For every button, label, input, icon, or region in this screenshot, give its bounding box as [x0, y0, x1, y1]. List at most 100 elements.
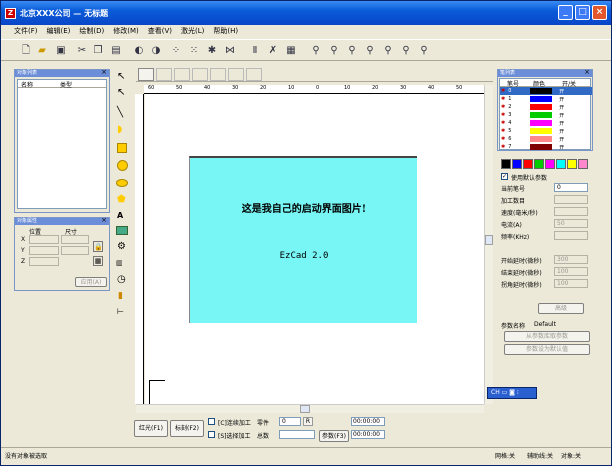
pen-row[interactable]: ✱ 6 开	[500, 135, 592, 143]
corner-delay-field[interactable]: 100	[554, 279, 588, 288]
object-list[interactable]: 名称 类型	[17, 79, 107, 209]
curve-icon[interactable]: ◗	[117, 124, 122, 135]
close-icon[interactable]: ×	[101, 69, 107, 76]
col-name[interactable]: 名称	[21, 80, 33, 89]
x-size-field[interactable]	[61, 235, 89, 244]
palette-swatch[interactable]	[545, 159, 555, 169]
property-button[interactable]	[228, 68, 244, 81]
horizontal-scrollbar[interactable]	[136, 404, 484, 413]
property-button[interactable]	[246, 68, 262, 81]
zoom-out-icon[interactable]: ⚲	[345, 44, 359, 58]
zoom-icon[interactable]: ⚲	[309, 44, 323, 58]
copy-icon[interactable]: ❐	[91, 44, 105, 58]
count-field[interactable]	[554, 195, 588, 204]
snap-status[interactable]: 对象:关	[561, 451, 581, 460]
new-file-icon[interactable]: 🗋	[19, 44, 33, 58]
node-edit-icon[interactable]: ⁘	[169, 44, 183, 58]
palette-swatch[interactable]	[523, 159, 533, 169]
palette-swatch[interactable]	[501, 159, 511, 169]
palette-swatch[interactable]	[567, 159, 577, 169]
ime-bar[interactable]: CH ▭ ◙ ⁝	[487, 387, 537, 399]
save-icon[interactable]: ▣	[54, 44, 68, 58]
from-db-button[interactable]: 从参数库取参数	[504, 331, 590, 342]
menu-laser[interactable]: 激光(L)	[181, 26, 204, 37]
param-button[interactable]: 参数(F3)	[319, 430, 349, 442]
rectangle-icon[interactable]	[117, 143, 127, 153]
minimize-button[interactable]: _	[558, 5, 573, 20]
use-default-checkbox[interactable]: ✓	[501, 173, 508, 180]
close-icon[interactable]: ×	[584, 69, 590, 76]
palette-swatch[interactable]	[534, 159, 544, 169]
scroll-thumb[interactable]	[300, 405, 310, 413]
pen-row[interactable]: ✱ 1 开	[500, 95, 592, 103]
menu-edit[interactable]: 编辑(E)	[47, 26, 71, 37]
guide-status[interactable]: 辅助线:关	[527, 451, 553, 460]
close-icon[interactable]: ×	[101, 217, 107, 224]
undo-icon[interactable]: ◐	[132, 44, 146, 58]
input-port-icon[interactable]: ▮	[118, 291, 123, 301]
text-icon[interactable]: A	[117, 211, 123, 220]
select-mark-checkbox[interactable]	[208, 431, 215, 438]
node-edit-arrow-icon[interactable]: ↖	[117, 87, 125, 98]
zoom-page-icon[interactable]: ⚲	[399, 44, 413, 58]
pen-row[interactable]: ✱ 4 开	[500, 119, 592, 127]
zoom-in-icon[interactable]: ⚲	[327, 44, 341, 58]
grid-status[interactable]: 网格:关	[495, 451, 515, 460]
freq-field[interactable]	[554, 231, 588, 240]
pen-row[interactable]: ✱ 5 开	[500, 127, 592, 135]
property-button[interactable]	[174, 68, 190, 81]
property-button[interactable]	[192, 68, 208, 81]
menu-view[interactable]: 查看(V)	[148, 26, 172, 37]
speed-field[interactable]	[554, 207, 588, 216]
apply-button[interactable]: 应用(A)	[75, 277, 107, 287]
menu-modify[interactable]: 修改(M)	[113, 26, 139, 37]
line-icon[interactable]: ╲	[117, 107, 123, 118]
zoom-all-icon[interactable]: ⚲	[363, 44, 377, 58]
star-node-icon[interactable]: ✱	[205, 44, 219, 58]
red-light-button[interactable]: 红光(F1)	[134, 420, 168, 437]
scroll-thumb[interactable]	[485, 235, 493, 245]
select-arrow-icon[interactable]: ↖	[117, 71, 125, 82]
property-button[interactable]	[156, 68, 172, 81]
maximize-button[interactable]: □	[575, 5, 590, 20]
cut-icon[interactable]: ✂	[75, 44, 89, 58]
node-select-icon[interactable]: ⁙	[187, 44, 201, 58]
advanced-button[interactable]: 高级	[538, 303, 584, 314]
y-position-field[interactable]	[29, 246, 59, 255]
zoom-selection-icon[interactable]: ⚲	[381, 44, 395, 58]
zoom-previous-icon[interactable]: ⚲	[417, 44, 431, 58]
continuous-checkbox[interactable]	[208, 418, 215, 425]
palette-swatch[interactable]	[512, 159, 522, 169]
property-button[interactable]	[138, 68, 154, 81]
ellipse-icon[interactable]	[116, 179, 128, 187]
pen-row[interactable]: ✱ 0 开	[500, 87, 592, 95]
x-position-field[interactable]	[29, 235, 59, 244]
palette-swatch[interactable]	[578, 159, 588, 169]
redo-icon[interactable]: ◑	[149, 44, 163, 58]
delay-timer-icon[interactable]: ◷	[117, 274, 126, 285]
polygon-icon[interactable]: ⬟	[117, 194, 126, 205]
open-folder-icon[interactable]: ▰	[35, 44, 49, 58]
pen-row[interactable]: ✱ 7 开	[500, 143, 592, 151]
z-position-field[interactable]	[29, 257, 59, 266]
circle-icon[interactable]	[117, 160, 128, 171]
parts-field[interactable]: 0	[279, 417, 301, 426]
on-delay-field[interactable]: 300	[554, 255, 588, 264]
barcode-icon[interactable]: ▥	[116, 259, 123, 267]
reset-parts-button[interactable]: R	[303, 417, 313, 426]
align-icon[interactable]: Ⅱ	[248, 44, 262, 58]
total-field[interactable]	[279, 430, 315, 439]
mark-button[interactable]: 标刻(F2)	[170, 420, 204, 437]
current-field[interactable]: 50	[554, 219, 588, 228]
paste-icon[interactable]: ▤	[109, 44, 123, 58]
property-button[interactable]	[210, 68, 226, 81]
grid-icon[interactable]: ▦	[284, 44, 298, 58]
tools-icon[interactable]: ✗	[266, 44, 280, 58]
vector-file-icon[interactable]: ⚙	[117, 241, 126, 252]
set-default-button[interactable]: 参数设为默认值	[504, 344, 590, 355]
pen-row[interactable]: ✱ 3 开	[500, 111, 592, 119]
current-pen-field[interactable]: 0	[554, 183, 588, 192]
pen-row[interactable]: ✱ 2 开	[500, 103, 592, 111]
menu-file[interactable]: 文件(F)	[14, 26, 38, 37]
palette-swatch[interactable]	[556, 159, 566, 169]
